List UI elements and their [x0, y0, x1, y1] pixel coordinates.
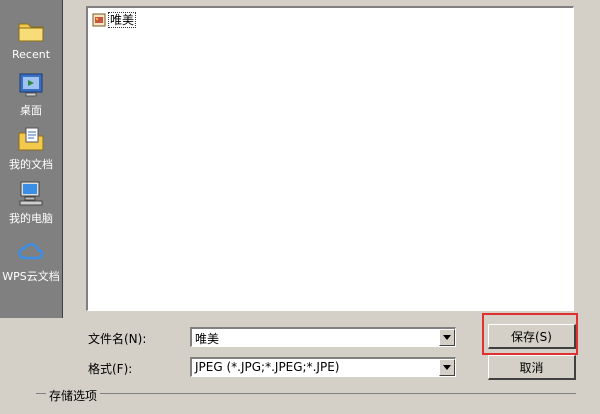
cancel-button[interactable]: 取消 — [488, 355, 576, 380]
place-label: 我的文档 — [9, 158, 53, 171]
place-label: 我的电脑 — [9, 212, 53, 225]
storage-options-group: 存储选项 — [36, 387, 576, 414]
my-documents-icon — [18, 127, 44, 151]
desktop-icon — [19, 73, 43, 97]
format-select[interactable]: JPEG (*.JPG;*.JPEG;*.JPE) — [190, 357, 456, 377]
storage-options-title: 存储选项 — [46, 387, 101, 404]
place-recent[interactable]: Recent — [0, 16, 62, 61]
file-name: 唯美 — [108, 12, 137, 28]
chevron-down-icon — [443, 335, 451, 340]
place-my-documents[interactable]: 我的文档 — [0, 124, 62, 172]
format-value: JPEG (*.JPG;*.JPEG;*.JPE) — [195, 360, 340, 374]
my-computer-icon — [19, 181, 43, 206]
place-label: 桌面 — [20, 104, 42, 117]
place-my-computer[interactable]: 我的电脑 — [0, 178, 62, 226]
file-list[interactable]: 唯美 — [86, 6, 574, 311]
list-item[interactable]: 唯美 — [92, 12, 137, 28]
place-label: WPS云文档 — [2, 270, 60, 283]
place-desktop[interactable]: 桌面 — [0, 70, 62, 118]
place-label: Recent — [11, 48, 51, 61]
filename-label: 文件名(N): — [88, 332, 147, 346]
format-label: 格式(F): — [88, 362, 133, 376]
save-button[interactable]: 保存(S) — [488, 324, 576, 349]
filename-input[interactable]: 唯美 — [190, 327, 456, 347]
filename-dropdown-button[interactable] — [439, 329, 455, 346]
folder-icon — [18, 23, 44, 42]
place-wps-cloud[interactable]: WPS云文档 — [0, 236, 62, 284]
format-dropdown-button[interactable] — [439, 359, 455, 376]
places-bar: Recent 桌面 我的文档 我的电脑 WPS云文档 — [0, 0, 63, 318]
chevron-down-icon — [443, 365, 451, 370]
filename-value: 唯美 — [195, 332, 220, 346]
cloud-icon — [18, 243, 44, 260]
image-file-icon — [92, 13, 106, 27]
